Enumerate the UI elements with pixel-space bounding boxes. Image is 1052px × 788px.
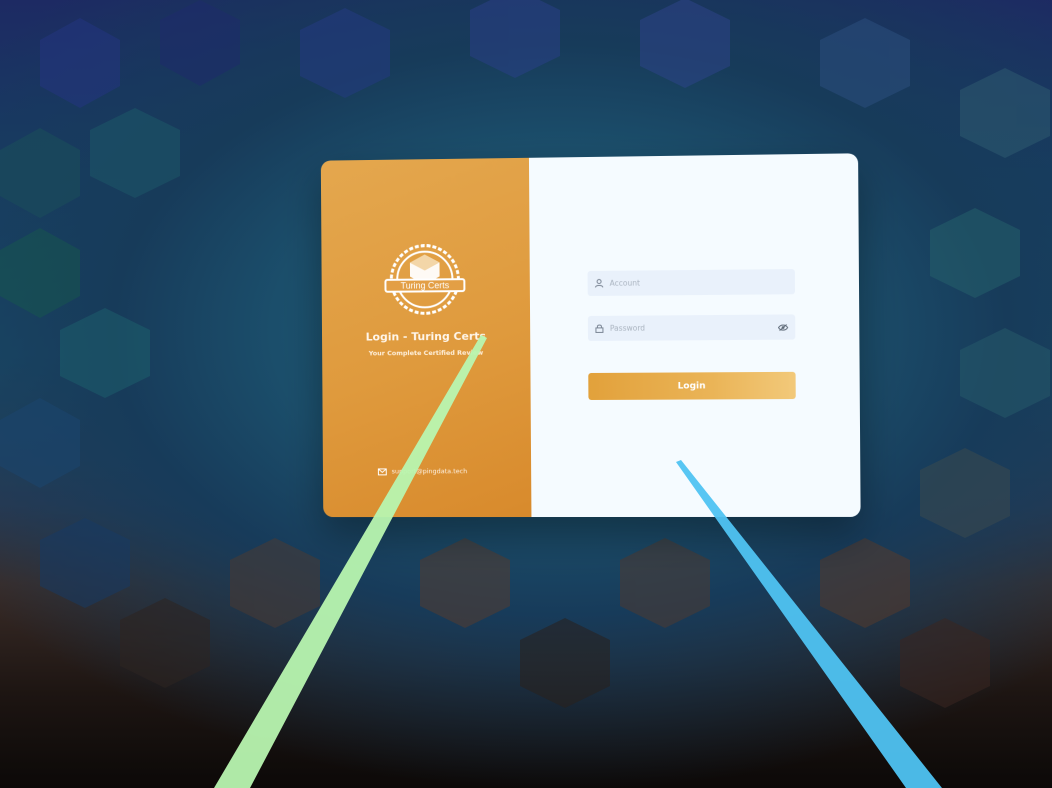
brand-title: Login - Turing Certs [365,329,487,344]
contact-email-text: support@pingdata.tech [391,467,468,476]
login-button[interactable]: Login [588,371,796,400]
contact-email[interactable]: support@pingdata.tech [378,467,467,475]
brand-panel: Turing Certs Login - Turing Certs Your C… [320,157,532,518]
account-field[interactable] [587,269,796,297]
password-input[interactable] [609,322,779,333]
vr-scene: Turing Certs Login - Turing Certs Your C… [0,0,1052,788]
badge-icon: Turing Certs [384,242,466,316]
login-form: Login [528,153,861,518]
account-input[interactable] [609,277,788,288]
eye-icon[interactable] [778,323,788,331]
password-field[interactable] [587,314,796,341]
login-window: Turing Certs Login - Turing Certs Your C… [320,153,861,518]
brand-subtitle: Your Complete Certified Review [368,348,484,358]
user-icon [594,278,603,288]
mail-icon [378,468,387,475]
badge-label: Turing Certs [384,278,466,293]
lock-icon [595,324,604,333]
